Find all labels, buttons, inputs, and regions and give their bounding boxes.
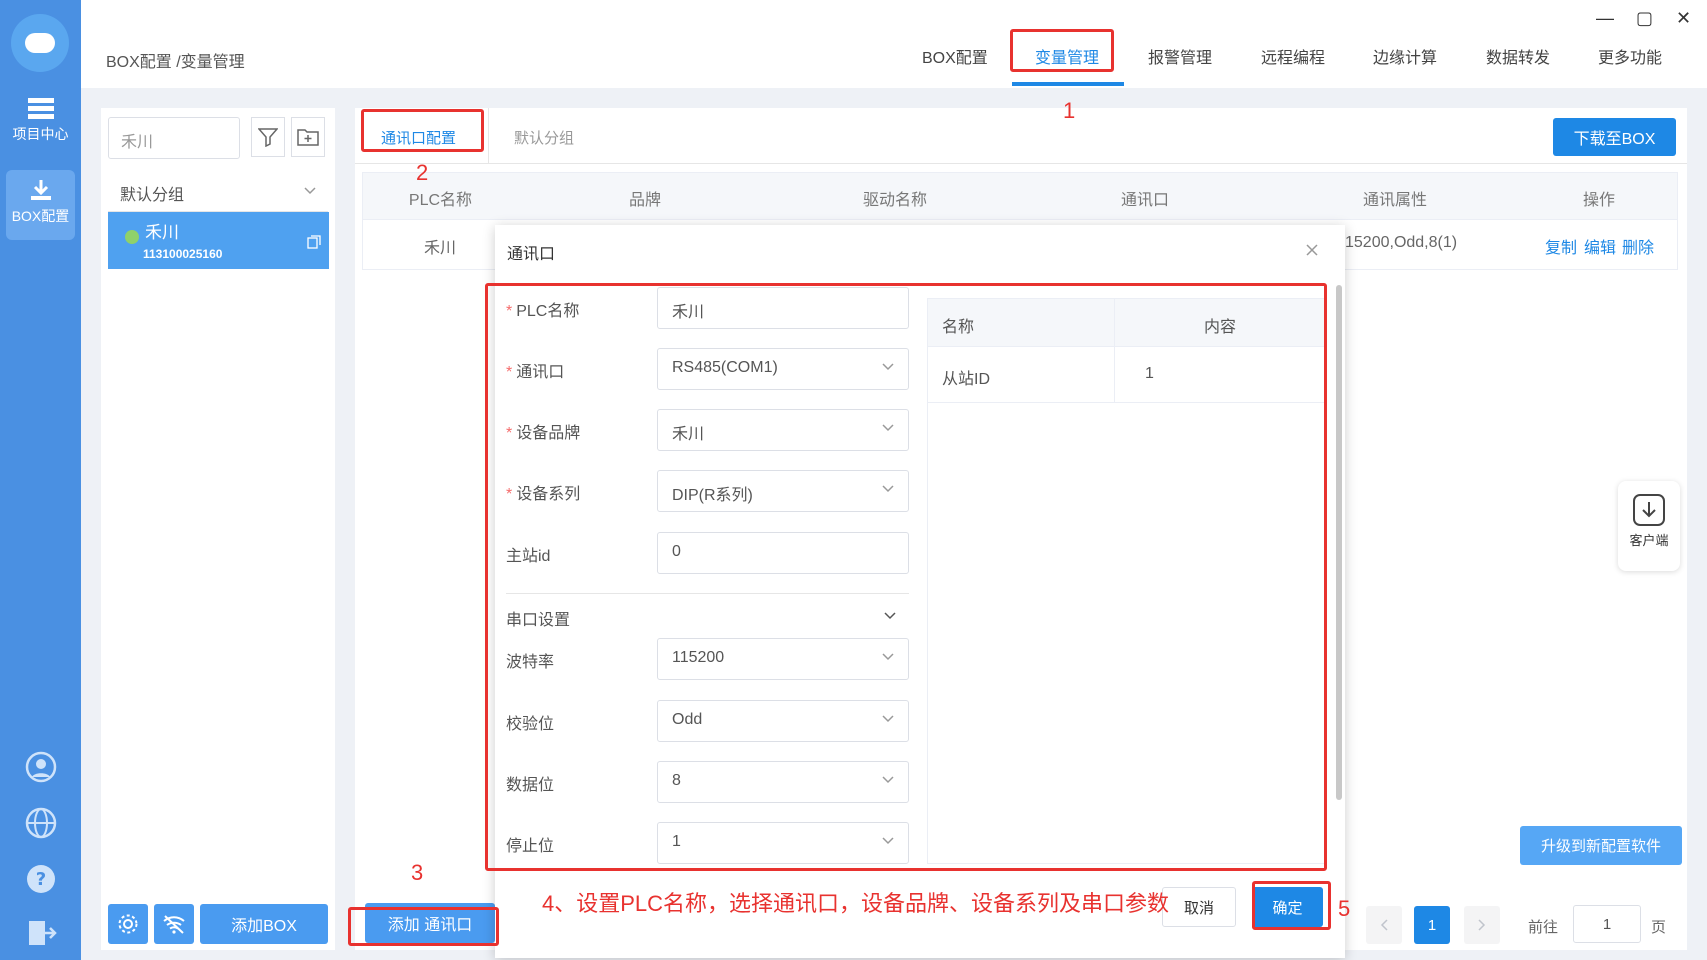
col-header-actions: 操作	[1582, 192, 1615, 209]
cell-comm-props: 15200,Odd,8(1)	[1345, 234, 1458, 251]
help-icon[interactable]: ?	[25, 863, 57, 895]
device-name: 禾川	[145, 223, 179, 242]
upgrade-config-software-button[interactable]: 升级到新配置软件	[1520, 826, 1682, 865]
close-window-button[interactable]: ✕	[1676, 8, 1691, 29]
pager-goto-input[interactable]: 1	[1573, 905, 1641, 943]
rail-item-label: 项目中心	[12, 126, 69, 142]
tab-divider	[488, 108, 489, 164]
nav-remote-programming[interactable]: 远程编程	[1261, 44, 1325, 68]
filter-button[interactable]	[251, 117, 285, 157]
cell-plc-name: 禾川	[424, 240, 457, 257]
user-icon[interactable]	[25, 751, 57, 783]
wifi-off-icon	[163, 915, 185, 934]
maximize-button[interactable]: ▢	[1636, 8, 1653, 29]
dialog-scrollbar[interactable]	[1336, 285, 1342, 800]
col-header-plc-name: PLC名称	[408, 192, 473, 209]
breadcrumb: BOX配置 /变量管理	[106, 54, 245, 71]
online-status-dot	[125, 230, 139, 244]
annotation-number-1: 1	[1063, 98, 1076, 123]
device-search-input[interactable]: 禾川	[108, 117, 240, 159]
annotation-box-2	[361, 109, 484, 152]
settings-button[interactable]	[108, 904, 148, 944]
chevron-left-icon	[1380, 919, 1388, 931]
rail-item-box-config[interactable]: BOX配置	[0, 178, 81, 226]
top-header	[81, 0, 1707, 88]
chevron-right-icon	[1478, 919, 1486, 931]
logout-icon[interactable]	[25, 917, 57, 949]
close-icon	[1306, 244, 1318, 256]
edit-link[interactable]: 编辑	[1584, 234, 1616, 258]
dialog-close-button[interactable]	[1306, 240, 1318, 261]
download-icon	[30, 180, 51, 200]
pager-page-1[interactable]: 1	[1414, 906, 1450, 944]
chevron-down-icon	[304, 187, 316, 195]
nav-active-underline	[1012, 82, 1124, 86]
add-box-button[interactable]: 添加BOX	[200, 904, 328, 944]
annotation-step-4-text: 4、设置PLC名称，选择通讯口，设备品牌、设备系列及串口参数	[542, 891, 1170, 916]
download-to-box-button[interactable]: 下载至BOX	[1553, 118, 1676, 156]
col-header-port: 通讯口	[1120, 192, 1169, 209]
annotation-number-3: 3	[411, 860, 424, 885]
group-label: 默认分组	[120, 187, 185, 204]
rail-item-project-center[interactable]: 项目中心	[0, 98, 81, 144]
pager-next-button[interactable]	[1464, 906, 1500, 944]
minimize-button[interactable]: —	[1596, 8, 1614, 29]
nav-box-config[interactable]: BOX配置	[922, 44, 988, 68]
globe-icon[interactable]	[25, 807, 57, 839]
nav-more-features[interactable]: 更多功能	[1598, 44, 1662, 68]
device-serial: 113100025160	[143, 247, 223, 261]
folder-plus-icon	[297, 129, 319, 146]
app-logo	[11, 14, 69, 72]
tab-default-group[interactable]: 默认分组	[514, 127, 574, 148]
annotation-number-5: 5	[1338, 896, 1351, 921]
svg-text:?: ?	[36, 869, 46, 890]
device-card[interactable]: 禾川 113100025160	[108, 212, 329, 269]
filter-icon	[258, 128, 278, 147]
annotation-box-3	[348, 907, 499, 946]
rail-item-label: BOX配置	[11, 208, 70, 224]
nav-alarm-mgmt[interactable]: 报警管理	[1148, 44, 1212, 68]
copy-icon[interactable]	[307, 235, 321, 249]
col-header-brand: 品牌	[628, 192, 661, 209]
annotation-number-2: 2	[416, 160, 429, 185]
annotation-box-1	[1010, 29, 1114, 72]
pager-page-suffix: 页	[1651, 919, 1667, 936]
dialog-title: 通讯口	[507, 246, 556, 263]
nav-edge-computing[interactable]: 边缘计算	[1373, 44, 1437, 68]
client-label: 客户端	[1629, 533, 1669, 548]
annotation-box-4	[485, 283, 1327, 871]
cancel-button[interactable]: 取消	[1162, 887, 1236, 927]
annotation-box-5	[1252, 881, 1331, 930]
nav-data-forwarding[interactable]: 数据转发	[1486, 44, 1550, 68]
copy-link[interactable]: 复制	[1545, 234, 1577, 258]
grid-list-icon	[27, 98, 54, 119]
group-row-default[interactable]: 默认分组	[108, 172, 328, 212]
delete-link[interactable]: 删除	[1622, 234, 1654, 258]
wifi-off-button[interactable]	[154, 904, 194, 944]
add-folder-button[interactable]	[291, 117, 325, 157]
gear-icon	[118, 914, 138, 934]
client-download-widget[interactable]: 客户端	[1618, 481, 1680, 571]
client-download-icon	[1633, 494, 1665, 526]
col-header-driver-name: 驱动名称	[862, 192, 927, 209]
pager-goto-label: 前往	[1528, 919, 1559, 936]
pager-prev-button[interactable]	[1366, 906, 1402, 944]
col-header-comm-props: 通讯属性	[1362, 192, 1427, 209]
